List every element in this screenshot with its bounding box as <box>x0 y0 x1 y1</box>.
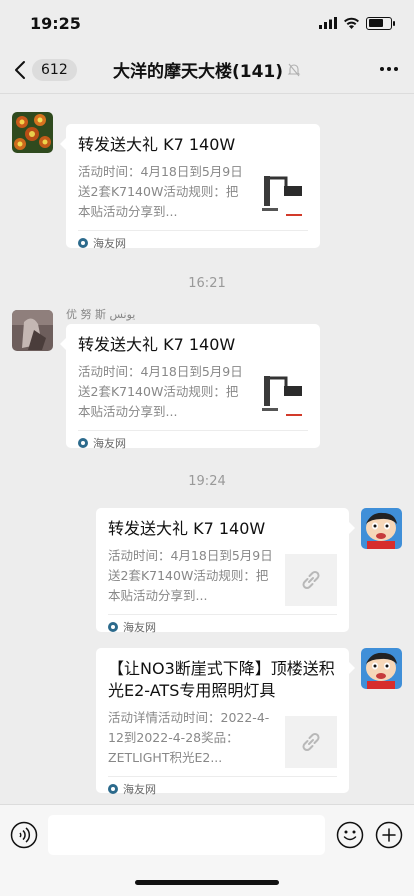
wifi-icon <box>344 17 359 29</box>
chat-title-text: 大洋的摩天大楼(141) <box>112 62 284 82</box>
voice-input-button[interactable] <box>10 821 38 849</box>
more-dots-icon <box>380 67 398 71</box>
link-card[interactable]: 转发送大礼 K7 140W 活动时间：4月18日到5月9日送2套K7140W活动… <box>96 508 355 634</box>
status-bar: 19:25 <box>0 0 414 46</box>
back-button[interactable]: 612 <box>12 58 77 81</box>
link-card[interactable]: 转发送大礼 K7 140W 活动时间：4月18日到5月9日送2套K7140W活动… <box>60 324 320 450</box>
my-avatar[interactable] <box>361 508 402 549</box>
link-card-source: 海友网 <box>78 230 308 254</box>
my-avatar[interactable] <box>361 648 402 689</box>
link-card-source-name: 海友网 <box>93 236 126 250</box>
more-functions-button[interactable] <box>375 821 403 849</box>
site-logo-icon <box>108 783 118 794</box>
link-card-thumbnail <box>256 370 308 422</box>
link-card-thumbnail <box>256 170 308 222</box>
plus-icon <box>375 821 403 849</box>
mute-bell-icon <box>287 63 301 76</box>
status-time: 19:25 <box>30 13 81 33</box>
link-card-description: 活动详情活动时间：2022-4-12到2022-4-28奖品：ZETLIGHT积… <box>108 710 270 765</box>
link-card-source: 海友网 <box>78 430 308 454</box>
link-card-description: 活动时间：4月18日到5月9日送2套K7140W活动规则：把本贴活动分享到... <box>108 548 273 603</box>
status-icons <box>319 16 395 30</box>
time-divider: 16:21 <box>188 276 226 291</box>
voice-icon <box>10 821 38 849</box>
time-divider: 19:24 <box>188 474 226 489</box>
sender-avatar[interactable] <box>12 112 53 153</box>
home-indicator <box>135 880 279 885</box>
message-input[interactable] <box>48 815 325 855</box>
battery-icon <box>366 16 395 30</box>
link-card-source-name: 海友网 <box>123 782 156 796</box>
site-logo-icon <box>78 237 88 248</box>
site-logo-icon <box>78 437 88 448</box>
unread-count-badge: 612 <box>32 58 77 81</box>
link-card-title: 【让NO3断崖式下降】顶楼送积光E2-ATS专用照明灯具 <box>108 659 335 700</box>
signal-icon <box>319 17 337 29</box>
link-card[interactable]: 【让NO3断崖式下降】顶楼送积光E2-ATS专用照明灯具 活动详情活动时间：20… <box>96 648 355 796</box>
link-icon <box>302 570 320 590</box>
link-card-source: 海友网 <box>108 614 337 638</box>
nav-bar: 612 大洋的摩天大楼(141) <box>0 46 414 94</box>
link-card-source-name: 海友网 <box>123 620 156 634</box>
link-card-title: 转发送大礼 K7 140W <box>78 335 236 354</box>
emoji-button[interactable] <box>336 821 364 849</box>
link-card-source-name: 海友网 <box>93 436 126 450</box>
more-options-button[interactable] <box>378 58 400 84</box>
chat-messages[interactable]: 转发送大礼 K7 140W 活动时间：4月18日到5月9日送2套K7140W活动… <box>0 94 414 804</box>
emoji-icon <box>336 821 364 849</box>
sender-avatar[interactable] <box>12 310 53 351</box>
link-card-description: 活动时间：4月18日到5月9日送2套K7140W活动规则：把本贴活动分享到... <box>78 164 243 219</box>
link-card-description: 活动时间：4月18日到5月9日送2套K7140W活动规则：把本贴活动分享到... <box>78 364 243 419</box>
link-card[interactable]: 转发送大礼 K7 140W 活动时间：4月18日到5月9日送2套K7140W活动… <box>60 124 320 250</box>
link-icon <box>302 732 320 752</box>
link-placeholder-thumbnail <box>285 554 337 606</box>
sender-name: 优 努 斯 يونس <box>66 308 136 321</box>
link-placeholder-thumbnail <box>285 716 337 768</box>
link-card-title: 转发送大礼 K7 140W <box>78 135 236 154</box>
link-card-source: 海友网 <box>108 776 337 800</box>
site-logo-icon <box>108 621 118 632</box>
chevron-left-icon <box>15 60 25 79</box>
link-card-title: 转发送大礼 K7 140W <box>108 519 266 538</box>
